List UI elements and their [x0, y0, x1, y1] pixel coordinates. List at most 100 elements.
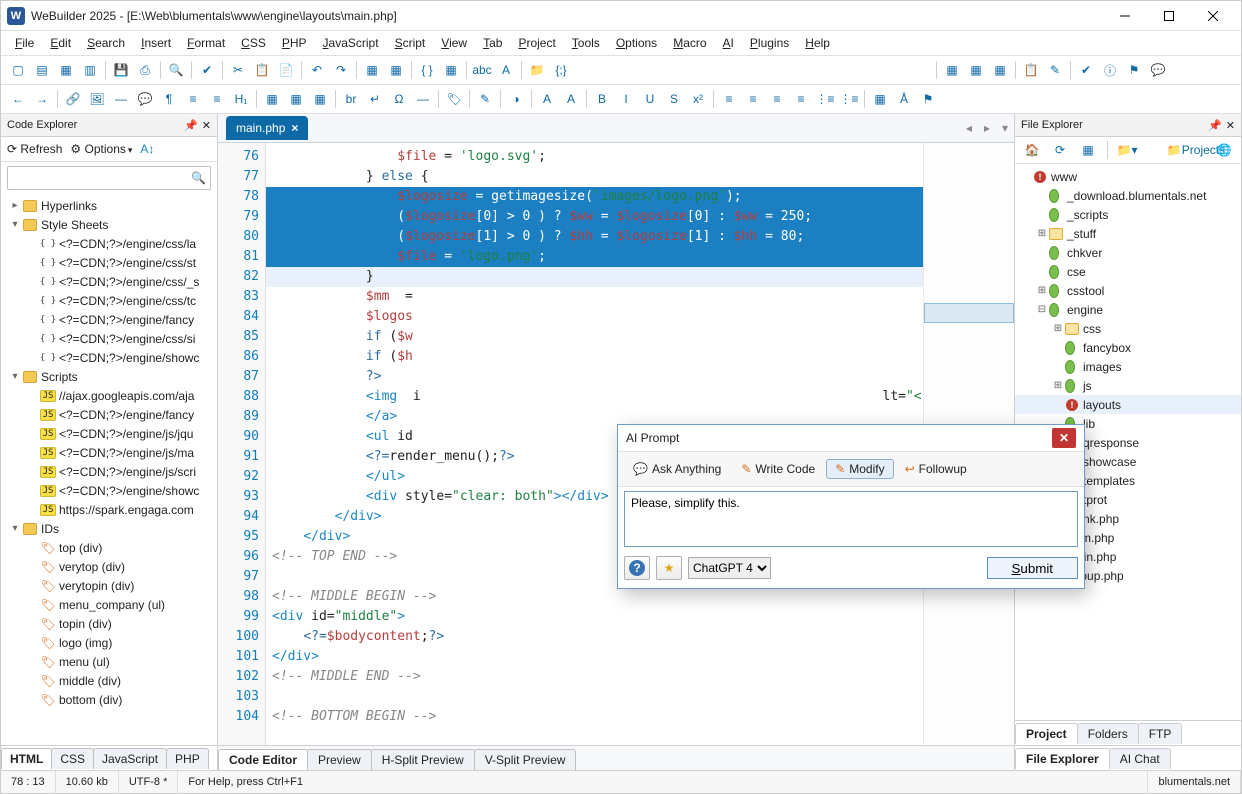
options-button[interactable]: ⚙ Options: [70, 142, 132, 156]
toolbar-button[interactable]: [790, 59, 812, 81]
toolbar-button[interactable]: ↷: [330, 59, 352, 81]
file-tree-node[interactable]: chkver: [1015, 243, 1241, 262]
toolbar-button[interactable]: [622, 59, 644, 81]
globe-icon[interactable]: 🌐: [1213, 139, 1235, 161]
tree-node[interactable]: Style Sheets: [5, 215, 217, 234]
prompt-textarea[interactable]: [624, 491, 1078, 547]
toolbar-button[interactable]: ▤: [31, 59, 53, 81]
file-tree-node[interactable]: ⊞_stuff: [1015, 224, 1241, 243]
toolbar-button[interactable]: 🔗: [62, 88, 84, 110]
tree-node[interactable]: { }<?=CDN;?>/engine/css/si: [5, 329, 217, 348]
toolbar-button[interactable]: x²: [687, 88, 709, 110]
close-icon[interactable]: ×: [291, 121, 298, 135]
toolbar-button[interactable]: Å: [893, 88, 915, 110]
toolbar-button[interactable]: U: [639, 88, 661, 110]
menu-project[interactable]: Project: [510, 34, 563, 52]
toolbar-button[interactable]: ▦: [440, 59, 462, 81]
menu-tools[interactable]: Tools: [564, 34, 608, 52]
file-tree-node[interactable]: ⊞js: [1015, 376, 1241, 395]
toolbar-button[interactable]: [838, 59, 860, 81]
toolbar-button[interactable]: →: [31, 88, 53, 110]
toolbar-button[interactable]: ▦: [385, 59, 407, 81]
toolbar-button[interactable]: [694, 59, 716, 81]
tree-node[interactable]: IDs: [5, 519, 217, 538]
toolbar-button[interactable]: ▦: [361, 59, 383, 81]
file-tree-node[interactable]: ⊞css: [1015, 319, 1241, 338]
toolbar-button[interactable]: 💾: [110, 59, 132, 81]
view-tab[interactable]: Code Editor: [218, 749, 308, 770]
tree-node[interactable]: 🏷topin (div): [5, 614, 217, 633]
dialog-tab-write-code[interactable]: ✎ Write Code: [732, 459, 824, 479]
view-tab[interactable]: V-Split Preview: [474, 749, 577, 770]
toolbar-button[interactable]: ≡: [766, 88, 788, 110]
menu-search[interactable]: Search: [79, 34, 133, 52]
toolbar-button[interactable]: 📁: [526, 59, 548, 81]
menu-plugins[interactable]: Plugins: [742, 34, 797, 52]
toolbar-button[interactable]: ≡: [182, 88, 204, 110]
menu-edit[interactable]: Edit: [42, 34, 79, 52]
tree-node[interactable]: 🏷menu_company (ul): [5, 595, 217, 614]
toolbar-button[interactable]: ▦: [261, 88, 283, 110]
toolbar-button[interactable]: ▦: [309, 88, 331, 110]
file-tree-node[interactable]: ⊟engine: [1015, 300, 1241, 319]
menu-javascript[interactable]: JavaScript: [315, 34, 387, 52]
toolbar-button[interactable]: ≡: [790, 88, 812, 110]
file-tree-node[interactable]: !www: [1015, 167, 1241, 186]
toolbar-button[interactable]: ▦: [869, 88, 891, 110]
tree-node[interactable]: { }<?=CDN;?>/engine/css/_s: [5, 272, 217, 291]
tree-node[interactable]: Scripts: [5, 367, 217, 386]
tab-css[interactable]: CSS: [51, 748, 94, 769]
file-tree-node[interactable]: _scripts: [1015, 205, 1241, 224]
close-panel-icon[interactable]: ✕: [1226, 119, 1235, 132]
toolbar-button[interactable]: ⋮≡: [814, 88, 836, 110]
menu-script[interactable]: Script: [387, 34, 434, 52]
tree-node[interactable]: { }<?=CDN;?>/engine/css/st: [5, 253, 217, 272]
toolbar-button[interactable]: [910, 59, 932, 81]
refresh-icon[interactable]: ⟳: [1049, 139, 1071, 161]
tree-node[interactable]: { }<?=CDN;?>/engine/fancy: [5, 310, 217, 329]
menu-insert[interactable]: Insert: [133, 34, 179, 52]
toolbar-button[interactable]: { }: [416, 59, 438, 81]
toolbar-button[interactable]: 🔍: [165, 59, 187, 81]
tree-node[interactable]: { }<?=CDN;?>/engine/css/tc: [5, 291, 217, 310]
toolbar-button[interactable]: S: [663, 88, 685, 110]
refresh-button[interactable]: ⟳ Refresh: [7, 142, 62, 156]
tab-javascript[interactable]: JavaScript: [93, 748, 167, 769]
minimize-button[interactable]: [1103, 2, 1147, 30]
toolbar-button[interactable]: 📋: [1020, 59, 1042, 81]
tree-node[interactable]: 🏷top (div): [5, 538, 217, 557]
toolbar-button[interactable]: [814, 59, 836, 81]
toolbar-button[interactable]: ✔: [1075, 59, 1097, 81]
toolbar-button[interactable]: 💬: [134, 88, 156, 110]
view-tab[interactable]: Preview: [307, 749, 372, 770]
tree-node[interactable]: 🏷verytop (div): [5, 557, 217, 576]
tree-node[interactable]: 🏷menu (ul): [5, 652, 217, 671]
code-editor[interactable]: 7677787980818283848586878889909192939495…: [218, 143, 1014, 745]
file-tree-node[interactable]: fancybox: [1015, 338, 1241, 357]
tree-node[interactable]: 🏷logo (img): [5, 633, 217, 652]
toolbar-button[interactable]: H₁: [230, 88, 252, 110]
tree-node[interactable]: JS<?=CDN;?>/engine/js/ma: [5, 443, 217, 462]
toolbar-button[interactable]: ◑: [505, 88, 527, 110]
toolbar-button[interactable]: [670, 59, 692, 81]
toolbar-button[interactable]: [718, 59, 740, 81]
toolbar-button[interactable]: ▦: [285, 88, 307, 110]
toolbar-button[interactable]: ≡: [206, 88, 228, 110]
toolbar-button[interactable]: [574, 59, 596, 81]
file-tree-node[interactable]: !layouts: [1015, 395, 1241, 414]
menu-php[interactable]: PHP: [274, 34, 315, 52]
dialog-close-button[interactable]: ✕: [1052, 428, 1076, 448]
toolbar-button[interactable]: ▦: [989, 59, 1011, 81]
toolbar-button[interactable]: [886, 59, 908, 81]
toolbar-button[interactable]: [598, 59, 620, 81]
toolbar-button[interactable]: ⋮≡: [838, 88, 860, 110]
menu-file[interactable]: File: [7, 34, 42, 52]
file-tree-node[interactable]: _download.blumentals.net: [1015, 186, 1241, 205]
home-icon[interactable]: 🏠: [1021, 139, 1043, 161]
menu-tab[interactable]: Tab: [475, 34, 510, 52]
toolbar-button[interactable]: 💬: [1147, 59, 1169, 81]
toolbar-button[interactable]: —: [412, 88, 434, 110]
toolbar-button[interactable]: ≡: [718, 88, 740, 110]
tab-next[interactable]: ▸: [978, 121, 996, 135]
file-tree-node[interactable]: images: [1015, 357, 1241, 376]
